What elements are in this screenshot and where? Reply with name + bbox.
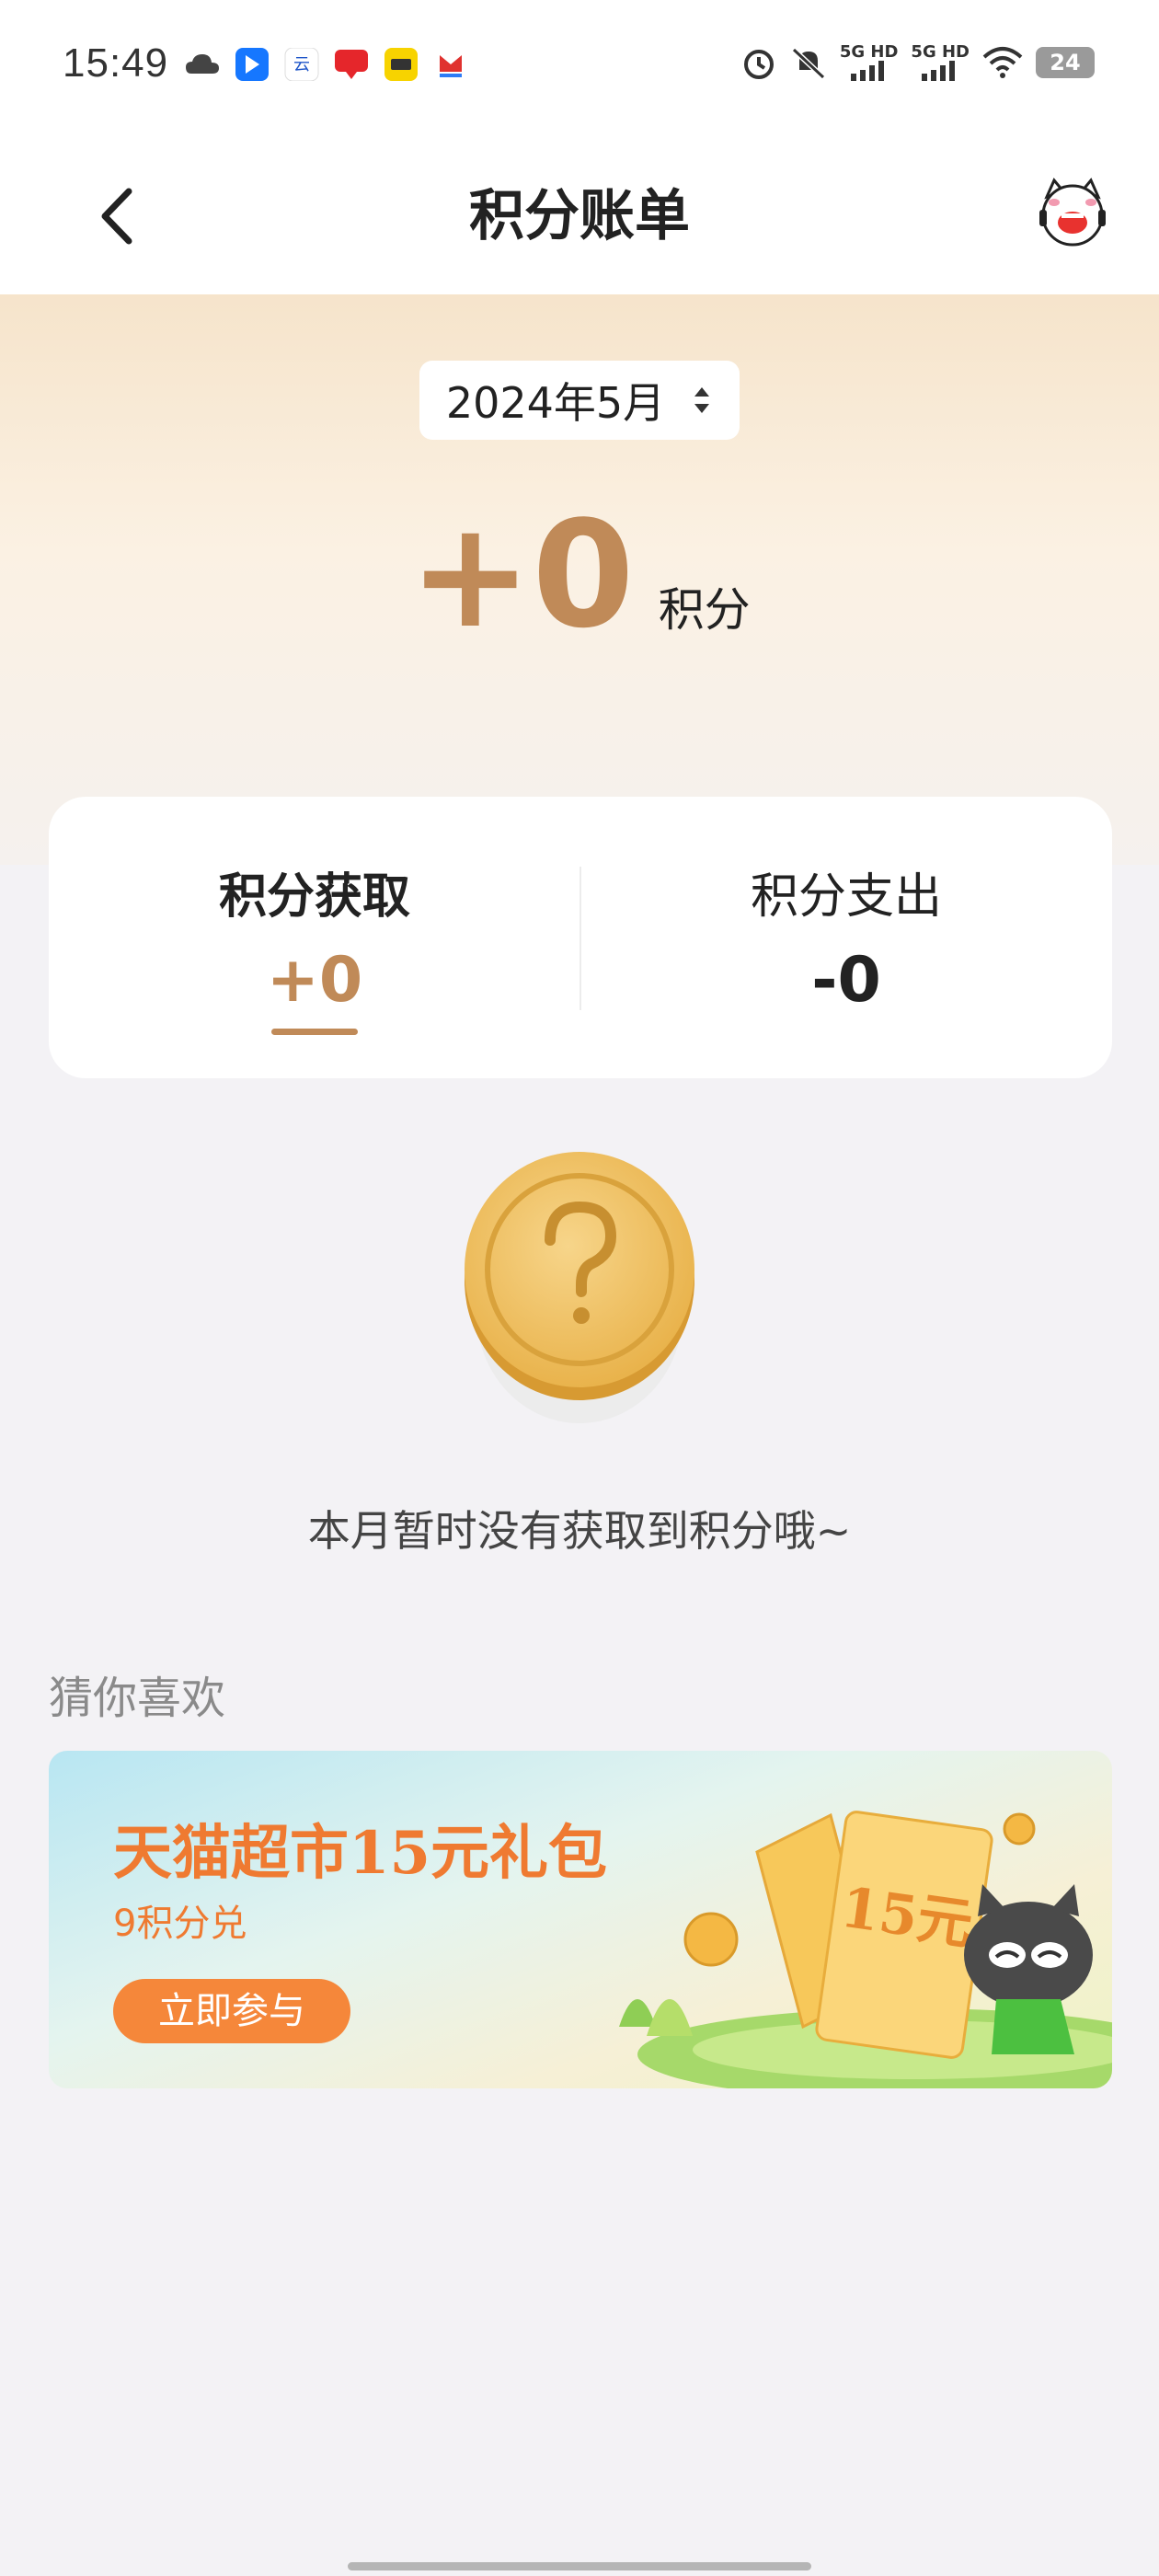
active-tab-underline	[271, 1029, 358, 1035]
spend-label: 积分支出	[750, 869, 942, 925]
total-points-value: +0	[408, 489, 635, 661]
status-app-icons: 云	[184, 48, 469, 81]
empty-state-message: 本月暂时没有获取到积分哦~	[307, 1506, 852, 1556]
app-icon-yun: 云	[284, 48, 319, 81]
signal-icon-2: 5G HD	[911, 44, 970, 81]
points-summary-card: 积分获取 +0 积分支出 -0	[49, 797, 1112, 1078]
tab-points-earned[interactable]: 积分获取 +0	[49, 797, 580, 1078]
join-now-button[interactable]: 立即参与	[113, 1979, 350, 2043]
promo-title: 天猫超市15元礼包	[113, 1819, 608, 1888]
month-selector[interactable]: 2024年5月	[419, 361, 740, 440]
app-icon-yellow	[384, 48, 418, 81]
promo-illustration: 15元	[619, 1811, 1112, 2088]
signal-icon: 5G HD	[839, 42, 899, 81]
status-time: 15:49	[63, 40, 169, 86]
points-header: 2024年5月 +0 积分	[0, 294, 1159, 865]
battery-icon: 24	[1036, 47, 1095, 78]
total-points-unit: 积分	[658, 583, 751, 637]
wifi-icon	[982, 47, 1023, 78]
alarm-icon	[743, 50, 774, 79]
status-system-icons: 5G HD 5G HD 24	[740, 44, 1095, 81]
mute-icon	[791, 47, 825, 80]
question-coin-icon	[465, 1152, 694, 1423]
sort-arrows-icon	[694, 387, 710, 413]
recommend-section-title: 猜你喜欢	[49, 1673, 226, 1724]
earn-value: +0	[266, 944, 363, 1017]
month-label: 2024年5月	[445, 378, 666, 428]
cloud-icon	[186, 54, 219, 74]
app-icon-red	[434, 48, 467, 81]
tab-points-spent[interactable]: 积分支出 -0	[580, 797, 1112, 1078]
spend-value: -0	[811, 944, 881, 1017]
status-bar: 15:49 云 5G HD 5G HD 24	[0, 0, 1159, 138]
earn-label: 积分获取	[218, 869, 410, 925]
signal-label-1: 5G HD	[839, 42, 899, 62]
nav-bar: 积分账单	[0, 138, 1159, 294]
page-title: 积分账单	[469, 184, 690, 248]
service-mascot-icon[interactable]	[1034, 175, 1111, 252]
svg-text:云: 云	[293, 55, 310, 75]
promo-banner[interactable]: 天猫超市15元礼包 9积分兑 立即参与 15元	[49, 1751, 1112, 2088]
total-points: +0 积分	[0, 501, 1159, 649]
app-icon-blue	[235, 48, 269, 81]
home-indicator[interactable]	[348, 2562, 811, 2570]
signal-label-2: 5G HD	[911, 42, 970, 62]
app-icon-unionpay	[335, 50, 368, 79]
promo-subtitle: 9积分兑	[113, 1903, 247, 1945]
